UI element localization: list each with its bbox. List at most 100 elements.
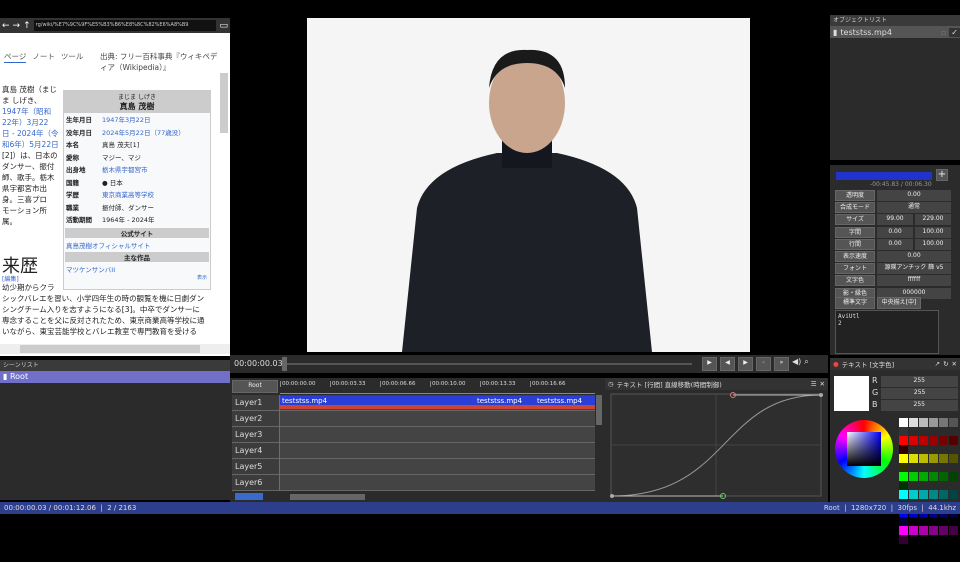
time-ruler[interactable]: 00:00:00.00 00:00:03.33 00:00:06.66 00:00:1… — [280, 380, 595, 394]
layer-row[interactable]: Layer5 — [232, 459, 595, 475]
property-label[interactable]: 透明度 — [835, 190, 875, 201]
color-swatch[interactable] — [928, 544, 938, 553]
lead-line[interactable]: 日 - 2024年（令 — [2, 128, 64, 139]
color-swatch[interactable] — [918, 490, 928, 499]
property-label[interactable]: サイズ — [835, 214, 875, 226]
pin-icon[interactable]: ↗ — [935, 360, 940, 368]
layer-name[interactable]: Layer2 — [232, 411, 280, 426]
horizontal-scrollbar[interactable] — [0, 344, 230, 354]
color-swatch[interactable] — [938, 454, 948, 463]
color-swatch[interactable] — [948, 454, 958, 463]
color-swatch[interactable] — [948, 436, 958, 445]
color-swatch[interactable] — [948, 544, 958, 553]
volume-icon[interactable]: ◀) — [792, 357, 801, 371]
color-swatch[interactable] — [918, 436, 928, 445]
b-field[interactable]: 255 — [880, 400, 958, 411]
layer-row[interactable]: Layer4 — [232, 443, 595, 459]
color-swatch[interactable] — [898, 454, 908, 463]
text-input[interactable]: AviUtl 2 — [835, 310, 939, 354]
property-label[interactable]: 行間 — [835, 238, 875, 250]
color-swatch[interactable] — [938, 418, 948, 427]
color-swatch[interactable] — [898, 463, 908, 472]
zoom-bar[interactable] — [235, 493, 263, 500]
color-swatch[interactable] — [938, 526, 948, 535]
property-value[interactable]: 0.00 — [877, 190, 951, 201]
play-icon[interactable]: ▶ — [702, 357, 717, 371]
url-input[interactable]: rg/wiki/%E7%9C%9F%E5%B3%B6%E8%8C%82%E6%A… — [33, 20, 217, 31]
property-value[interactable]: 源暎アンチック 篩 v5 — [877, 263, 951, 275]
color-swatch[interactable] — [898, 472, 908, 481]
color-swatch[interactable] — [898, 553, 908, 562]
close-icon[interactable]: ✕ — [820, 380, 825, 388]
add-button[interactable]: + — [936, 169, 948, 181]
prev-frame-icon[interactable]: ◀ — [720, 357, 735, 371]
color-swatch[interactable] — [908, 454, 918, 463]
lead-line[interactable]: 和6年）5月22日 — [2, 139, 64, 150]
color-swatch[interactable] — [938, 472, 948, 481]
color-swatch[interactable] — [918, 454, 928, 463]
property-label[interactable]: フォント — [835, 263, 875, 275]
color-swatch[interactable] — [918, 472, 928, 481]
timeline-vscrollbar[interactable] — [596, 395, 602, 425]
property-value[interactable]: 0.00 — [877, 226, 913, 238]
tab-note[interactable]: ノート — [32, 51, 55, 63]
layer-name[interactable]: Layer4 — [232, 443, 280, 458]
seek-handle[interactable] — [282, 357, 287, 371]
color-swatch[interactable] — [928, 436, 938, 445]
color-swatch[interactable] — [898, 436, 908, 445]
color-swatch[interactable] — [928, 490, 938, 499]
property-label[interactable]: 字間 — [835, 226, 875, 238]
property-value[interactable]: ffffff — [877, 275, 951, 287]
close-icon[interactable]: ✕ — [952, 360, 957, 368]
color-swatch[interactable] — [898, 517, 908, 526]
property-value[interactable]: 99.00 — [877, 214, 913, 226]
color-swatch[interactable] — [918, 544, 928, 553]
color-palette[interactable] — [898, 418, 960, 562]
property-label[interactable]: 合成モード — [835, 202, 875, 214]
color-swatch[interactable] — [908, 526, 918, 535]
visible-checkbox[interactable]: ✓ — [949, 27, 960, 37]
color-swatch[interactable] — [938, 490, 948, 499]
lock-icon[interactable]: ▫ — [941, 28, 946, 37]
rewind-icon[interactable]: « — [756, 357, 771, 371]
color-swatch[interactable] — [948, 472, 958, 481]
video-clip[interactable]: teststss.mp4 — [535, 396, 595, 409]
next-frame-icon[interactable]: ▶ — [738, 357, 753, 371]
g-field[interactable]: 255 — [881, 388, 958, 399]
up-icon[interactable]: ↑ — [23, 21, 31, 31]
lead-line[interactable]: 22年）3月22 — [2, 117, 64, 128]
color-swatch[interactable] — [898, 526, 908, 535]
tab-page[interactable]: ページ — [4, 51, 27, 63]
color-swatch[interactable] — [908, 544, 918, 553]
property-value[interactable]: 0.00 — [877, 238, 913, 250]
color-swatch[interactable] — [938, 436, 948, 445]
property-label[interactable]: 文字色 — [835, 275, 875, 287]
property-value[interactable]: 通常 — [877, 202, 951, 214]
color-swatch[interactable] — [938, 544, 948, 553]
property-value[interactable]: 100.00 — [915, 238, 951, 250]
color-swatch[interactable] — [908, 418, 918, 427]
video-preview[interactable] — [307, 18, 750, 352]
r-field[interactable]: 255 — [880, 376, 958, 387]
forward-icon[interactable]: → — [13, 21, 21, 31]
video-clip[interactable]: teststss.mp4 — [280, 396, 475, 409]
property-value[interactable]: 0.00 — [877, 250, 951, 262]
color-swatch[interactable] — [908, 436, 918, 445]
color-swatch[interactable] — [928, 526, 938, 535]
layer-name[interactable]: Layer3 — [232, 427, 280, 442]
lead-line[interactable]: 1947年（昭和 — [2, 106, 64, 117]
tab-tools[interactable]: ツール — [61, 51, 84, 63]
back-icon[interactable]: ← — [2, 21, 10, 31]
layer-name[interactable]: Layer6 — [232, 475, 280, 490]
color-swatch[interactable] — [918, 418, 928, 427]
color-swatch[interactable] — [898, 445, 908, 454]
timeline-hscrollbar[interactable] — [290, 494, 365, 500]
color-swatch[interactable] — [948, 418, 958, 427]
zoom-icon[interactable]: ⌕ — [804, 357, 808, 371]
color-swatch[interactable] — [898, 544, 908, 553]
color-swatch[interactable] — [898, 427, 908, 436]
layer-name[interactable]: Layer1 — [232, 395, 280, 410]
saturation-square[interactable] — [847, 432, 881, 466]
object-list-item[interactable]: ▮ teststss.mp4 ▫ ✓ — [830, 26, 960, 38]
fast-forward-icon[interactable]: » — [774, 357, 789, 371]
